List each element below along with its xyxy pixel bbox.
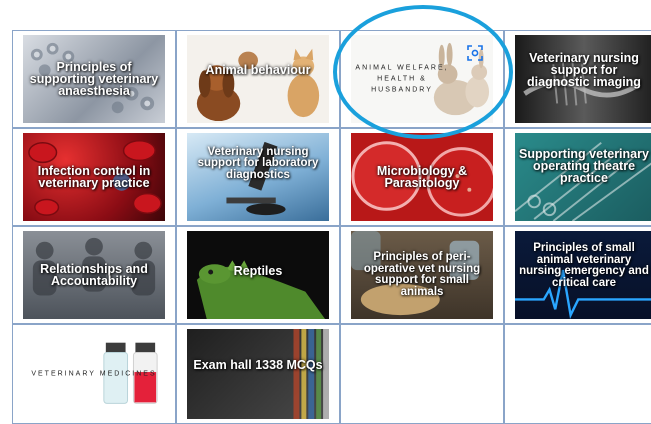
tile-veterinary-medicines[interactable]: VETERINARY MEDICINES <box>12 324 176 424</box>
tile-label: Principles of small animal veterinary nu… <box>519 242 649 289</box>
tile-label: Relationships and Accountability <box>40 262 148 288</box>
tile-operating-theatre[interactable]: Supporting veterinary operating theatre … <box>504 128 651 226</box>
tile-label: Reptiles <box>233 263 283 278</box>
tile-diagnostic-imaging[interactable]: Veterinary nursing support for diagnosti… <box>504 30 651 128</box>
tile-infection-control[interactable]: Infection control in veterinary practice <box>12 128 176 226</box>
tile-label: Microbiology & Parasitology <box>376 164 468 190</box>
tile-label: Veterinary nursing support for laborator… <box>197 145 319 181</box>
visual-search-icon[interactable] <box>467 45 483 61</box>
dog-cat-image <box>196 48 320 122</box>
tile-exam-hall[interactable]: Exam hall 1338 MCQs <box>176 324 340 424</box>
empty-cell <box>504 324 651 424</box>
tile-label: Principles of supporting veterinary anae… <box>29 60 159 98</box>
tile-lab-diagnostics[interactable]: Veterinary nursing support for laborator… <box>176 128 340 226</box>
empty-cell <box>340 324 504 424</box>
tile-label: Infection control in veterinary practice <box>37 164 151 190</box>
tile-relationships[interactable]: Relationships and Accountability <box>12 226 176 324</box>
tile-microbiology[interactable]: Microbiology & Parasitology <box>340 128 504 226</box>
tile-label: Principles of peri-operative vet nursing… <box>363 251 481 298</box>
tile-label: Exam hall 1338 MCQs <box>193 358 323 372</box>
library-books-image <box>293 329 329 419</box>
tile-animal-welfare[interactable]: ANIMAL WELFARE, HEALTH & HUSBANDRY <box>340 30 504 128</box>
tile-reptiles[interactable]: Reptiles <box>176 226 340 324</box>
tile-emergency-care[interactable]: Principles of small animal veterinary nu… <box>504 226 651 324</box>
tile-label: Veterinary nursing support for diagnosti… <box>527 51 641 90</box>
tile-peri-operative[interactable]: Principles of peri-operative vet nursing… <box>340 226 504 324</box>
tile-label: ANIMAL WELFARE, HEALTH & HUSBANDRY <box>355 64 449 94</box>
tile-anaesthesia[interactable]: Principles of supporting veterinary anae… <box>12 30 176 128</box>
tile-label: Animal behaviour <box>205 63 311 78</box>
tile-animal-behaviour[interactable]: Animal behaviour <box>176 30 340 128</box>
tile-label: Supporting veterinary operating theatre … <box>519 147 649 186</box>
course-tile-grid: Principles of supporting veterinary anae… <box>12 30 651 424</box>
tile-label: VETERINARY MEDICINES <box>31 370 157 378</box>
